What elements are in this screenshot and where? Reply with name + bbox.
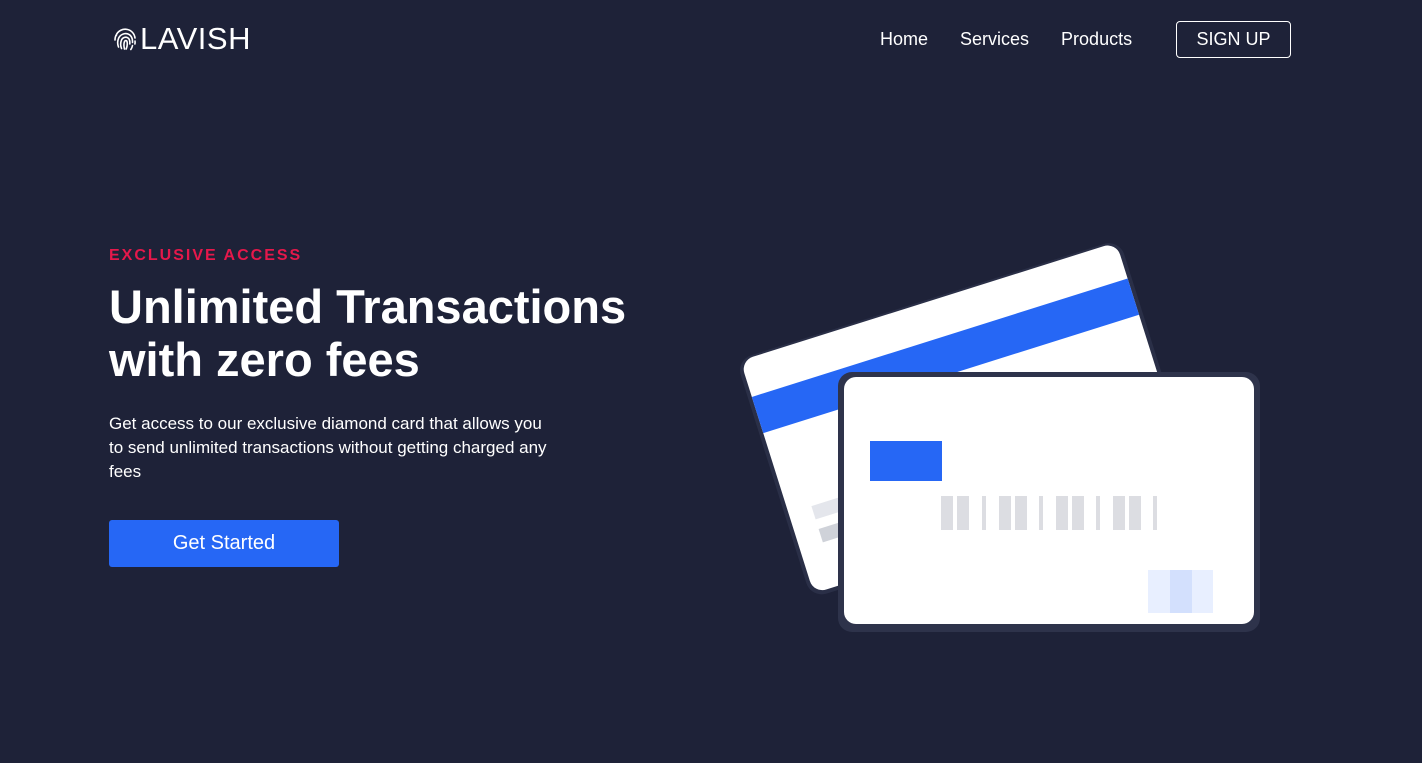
hero-content: EXCLUSIVE ACCESS Unlimited Transactions … — [109, 246, 669, 567]
card-logo — [1148, 570, 1213, 613]
hero-headline-line2: with zero fees — [109, 333, 420, 386]
nav-link-services[interactable]: Services — [960, 28, 1029, 50]
hero-description: Get access to our exclusive diamond card… — [109, 414, 547, 481]
navbar: LAVISH Home Services Products SIGN UP — [0, 0, 1422, 80]
get-started-button[interactable]: Get Started — [109, 520, 339, 567]
front-card — [838, 372, 1260, 632]
nav-link-home[interactable]: Home — [880, 28, 928, 50]
hero-eyebrow: EXCLUSIVE ACCESS — [109, 247, 303, 264]
card-chip — [870, 441, 942, 481]
hero-headline: Unlimited Transactions with zero fees — [109, 280, 669, 386]
credit-cards-illustration — [720, 230, 1280, 650]
hero-headline-line1: Unlimited Transactions — [109, 280, 627, 333]
brand-name: LAVISH — [140, 21, 251, 56]
main-nav: Home Services Products — [880, 28, 1164, 50]
signup-button[interactable]: SIGN UP — [1176, 21, 1291, 58]
nav-link-products[interactable]: Products — [1061, 28, 1132, 50]
fingerprint-icon — [112, 26, 138, 52]
landing-page: LAVISH Home Services Products SIGN UP EX… — [0, 0, 1422, 763]
credit-cards-svg — [740, 243, 1260, 632]
brand-logo[interactable]: LAVISH — [112, 22, 251, 56]
